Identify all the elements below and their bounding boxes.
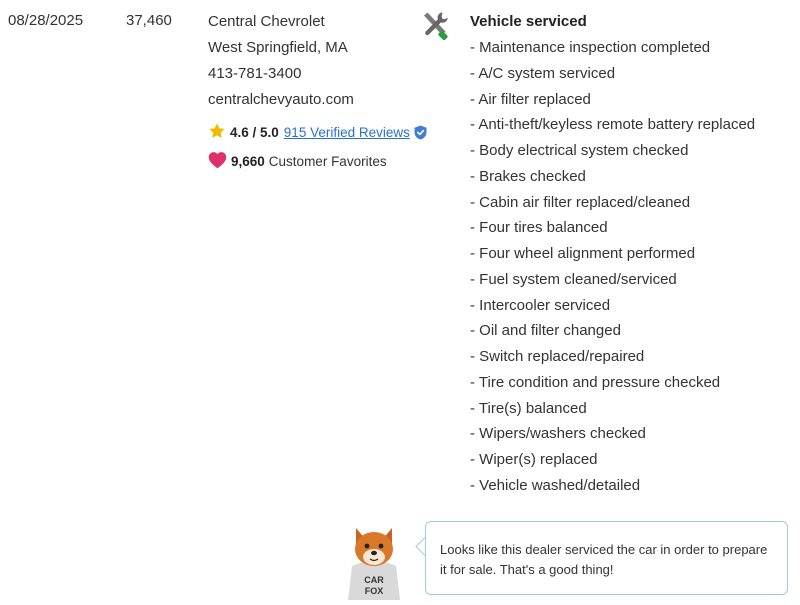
dealer-website: centralchevyauto.com	[208, 91, 354, 108]
verified-badge-icon	[414, 125, 427, 140]
service-item: - Four tires balanced	[470, 219, 608, 237]
tip-speech-bubble: Looks like this dealer serviced the car …	[425, 521, 788, 595]
dealer-name: Central Chevrolet	[208, 13, 325, 30]
mascot-shirt-text-line1: CAR	[364, 575, 384, 585]
verified-reviews-link[interactable]: 915 Verified Reviews	[284, 125, 410, 140]
service-item: - Brakes checked	[470, 167, 586, 185]
service-item: - Air filter replaced	[470, 90, 591, 108]
service-item: - A/C system serviced	[470, 64, 616, 82]
service-item: - Tire condition and pressure checked	[470, 373, 721, 391]
service-items-list: - Maintenance inspection completed - A/C…	[470, 38, 755, 502]
service-item: - Fuel system cleaned/serviced	[470, 270, 677, 288]
service-item: - Cabin air filter replaced/cleaned	[470, 193, 691, 211]
dealer-phone: 413-781-3400	[208, 65, 302, 82]
customer-favorites-row: 9,660 Customer Favorites	[208, 151, 387, 172]
dealer-rating-row: 4.6 / 5.0 915 Verified Reviews	[208, 122, 427, 143]
service-item: - Tire(s) balanced	[470, 399, 587, 417]
service-item: - Four wheel alignment performed	[470, 245, 696, 262]
heart-icon	[208, 151, 227, 172]
service-item: - Oil and filter changed	[470, 322, 621, 340]
tip-text: Looks like this dealer serviced the car …	[440, 542, 768, 577]
service-item: - Intercooler serviced	[470, 296, 611, 314]
dealer-info: Central Chevrolet West Springfield, MA 4…	[208, 12, 427, 169]
service-item: - Anti-theft/keyless remote battery repl…	[470, 116, 756, 134]
service-item: - Switch replaced/repaired	[470, 348, 645, 365]
service-item: - Wipers/washers checked	[470, 425, 646, 443]
star-icon	[208, 122, 226, 143]
service-title: Vehicle serviced	[470, 13, 587, 30]
service-item: - Vehicle washed/detailed	[470, 476, 641, 494]
mascot-shirt-text-line2: FOX	[365, 586, 384, 596]
dealer-rating-value: 4.6 / 5.0	[230, 125, 279, 140]
service-record: Vehicle serviced - Maintenance inspectio…	[470, 12, 755, 502]
customer-favorites-count: 9,660	[231, 154, 265, 169]
service-item: - Wiper(s) replaced	[470, 451, 598, 468]
dealer-location: West Springfield, MA	[208, 39, 348, 56]
customer-favorites-label: Customer Favorites	[268, 154, 387, 169]
service-item: - Body electrical system checked	[470, 142, 689, 159]
service-item: - Maintenance inspection completed	[470, 39, 711, 56]
carfox-mascot: CAR FOX	[342, 522, 406, 600]
service-date: 08/28/2025	[8, 12, 84, 29]
wrench-screwdriver-icon	[420, 10, 450, 41]
odometer-reading: 37,460	[126, 12, 172, 29]
